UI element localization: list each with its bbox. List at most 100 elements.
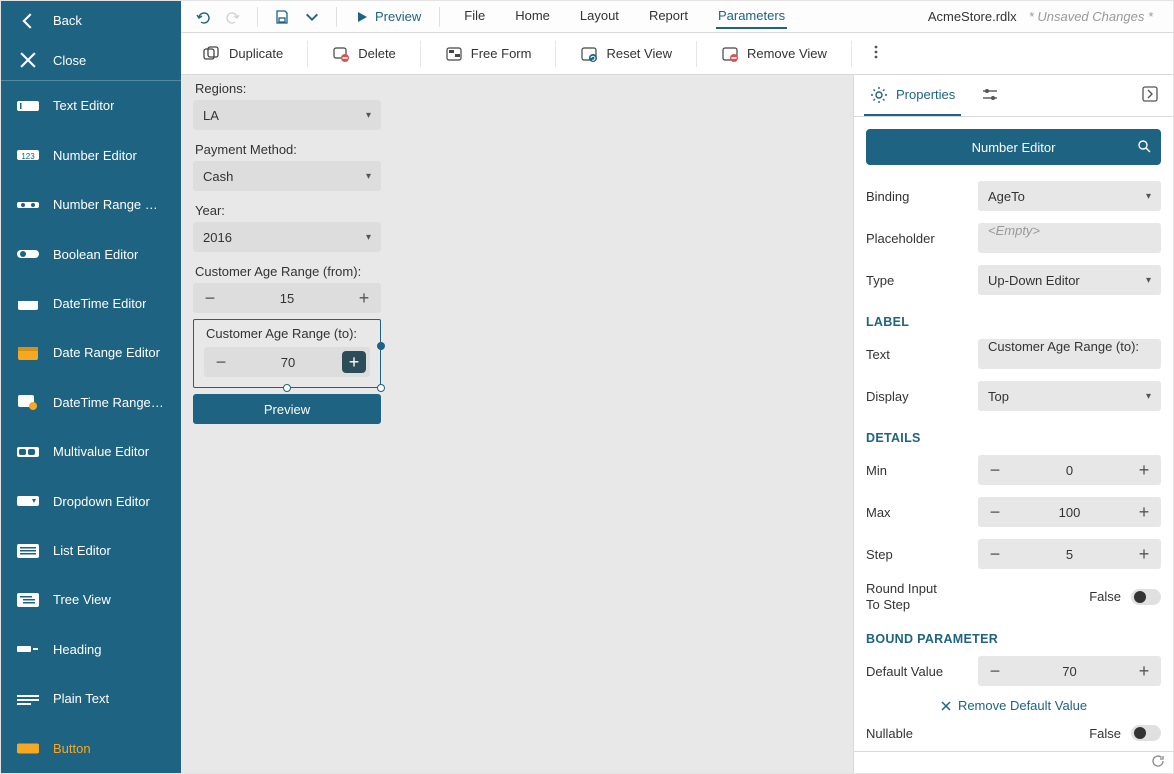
sidebar-item-tree[interactable]: Tree View [1, 575, 181, 624]
remove-default-button[interactable]: Remove Default Value [866, 692, 1161, 719]
step-stepper[interactable]: − 5 + [978, 539, 1161, 569]
delete-label: Delete [358, 46, 396, 61]
overflow-button[interactable] [870, 40, 882, 67]
sidebar-item-multivalue[interactable]: Multivalue Editor [1, 427, 181, 476]
increment-button[interactable]: + [1127, 539, 1161, 569]
menu-file[interactable]: File [462, 4, 487, 29]
increment-button[interactable]: + [347, 283, 381, 313]
text-editor-icon [17, 98, 39, 114]
sidebar-item-heading[interactable]: Heading [1, 625, 181, 674]
default-stepper[interactable]: − 70 + [978, 656, 1161, 686]
round-value: False [1089, 589, 1121, 604]
sidebar-item-label: Dropdown Editor [53, 494, 150, 509]
collapse-panel-button[interactable] [1137, 81, 1163, 110]
sidebar-item-datetime-range[interactable]: DateTime Range E... [1, 378, 181, 427]
sidebar-item-text-editor[interactable]: Text Editor [1, 81, 181, 130]
section-bound: BOUND PARAMETER [866, 632, 1161, 646]
text-input[interactable]: Customer Age Range (to): [978, 339, 1161, 369]
sidebar-item-datetime[interactable]: DateTime Editor [1, 279, 181, 328]
undo-button[interactable] [191, 3, 215, 31]
sidebar-item-label: Boolean Editor [53, 247, 138, 262]
settings-tab[interactable] [975, 76, 1005, 116]
sidebar-item-label: Plain Text [53, 691, 109, 706]
design-canvas[interactable]: Regions: LA ▾ Payment Method: Cash ▾ Yea… [181, 75, 853, 773]
age-to-stepper[interactable]: − 70 + [204, 347, 370, 377]
button-icon [17, 740, 39, 756]
text-label: Text [866, 347, 966, 362]
display-select[interactable]: Top ▾ [978, 381, 1161, 411]
sidebar-item-label: List Editor [53, 543, 111, 558]
increment-button[interactable]: + [1127, 455, 1161, 485]
menu-report[interactable]: Report [647, 4, 690, 29]
datetime-range-icon [17, 394, 39, 410]
properties-tab[interactable]: Properties [864, 76, 961, 116]
display-label: Display [866, 389, 966, 404]
sidebar-item-list[interactable]: List Editor [1, 526, 181, 575]
delete-icon [332, 46, 350, 62]
unsaved-changes: * Unsaved Changes * [1029, 9, 1153, 24]
reset-view-button[interactable]: Reset View [570, 39, 682, 69]
sidebar-item-number-range[interactable]: Number Range Edi... [1, 180, 181, 229]
selected-editor[interactable]: Customer Age Range (to): − 70 + [193, 319, 381, 388]
delete-button[interactable]: Delete [322, 39, 406, 69]
decrement-button[interactable]: − [978, 656, 1012, 686]
sidebar-item-number-editor[interactable]: 123 Number Editor [1, 130, 181, 179]
context-toolbar: Duplicate Delete Free Form Reset View [181, 33, 1173, 75]
nullable-toggle[interactable] [1131, 725, 1161, 741]
redo-button[interactable] [221, 3, 245, 31]
decrement-button[interactable]: − [978, 497, 1012, 527]
refresh-button[interactable] [1151, 754, 1165, 771]
remove-default-label: Remove Default Value [958, 698, 1087, 713]
preview-button[interactable]: Preview [349, 7, 427, 26]
sidebar-item-plain-text[interactable]: Plain Text [1, 674, 181, 723]
decrement-button[interactable]: − [193, 283, 227, 313]
save-button[interactable] [270, 3, 294, 31]
duplicate-button[interactable]: Duplicate [193, 39, 293, 69]
save-dropdown[interactable] [300, 3, 324, 31]
sidebar-item-dropdown[interactable]: Dropdown Editor [1, 476, 181, 525]
sidebar-item-label: Text Editor [53, 98, 114, 113]
year-select[interactable]: 2016 ▾ [193, 222, 381, 252]
top-toolbar: Preview File Home Layout Report Paramete… [181, 1, 1173, 33]
type-select[interactable]: Up-Down Editor ▾ [978, 265, 1161, 295]
sidebar-item-button[interactable]: Button [1, 724, 181, 773]
nullable-value: False [1089, 726, 1121, 741]
age-from-stepper[interactable]: − 15 + [193, 283, 381, 313]
increment-button[interactable]: + [1127, 656, 1161, 686]
menu-layout[interactable]: Layout [578, 4, 621, 29]
top-menu: File Home Layout Report Parameters [462, 4, 787, 29]
max-stepper[interactable]: − 100 + [978, 497, 1161, 527]
chevron-down-icon: ▾ [1146, 191, 1151, 202]
round-toggle[interactable] [1131, 589, 1161, 605]
round-label: Round InputTo Step [866, 581, 966, 612]
chevron-down-icon: ▾ [1146, 391, 1151, 402]
min-stepper[interactable]: − 0 + [978, 455, 1161, 485]
decrement-button[interactable]: − [978, 539, 1012, 569]
payment-select[interactable]: Cash ▾ [193, 161, 381, 191]
back-button[interactable]: Back [1, 1, 181, 41]
type-label: Type [866, 273, 966, 288]
decrement-button[interactable]: − [204, 347, 238, 377]
regions-select[interactable]: LA ▾ [193, 100, 381, 130]
selection-handle[interactable] [283, 384, 291, 392]
increment-button[interactable]: + [342, 351, 366, 373]
menu-home[interactable]: Home [513, 4, 552, 29]
menu-parameters[interactable]: Parameters [716, 4, 787, 29]
sidebar-item-label: Tree View [53, 592, 111, 607]
freeform-button[interactable]: Free Form [435, 39, 542, 69]
increment-button[interactable]: + [1127, 497, 1161, 527]
search-button[interactable] [1137, 139, 1151, 156]
svg-text:123: 123 [21, 152, 35, 161]
binding-select[interactable]: AgeTo ▾ [978, 181, 1161, 211]
freeform-icon [445, 46, 463, 62]
close-button[interactable]: Close [1, 41, 181, 81]
selection-handle[interactable] [377, 342, 385, 350]
selection-handle[interactable] [377, 384, 385, 392]
remove-view-button[interactable]: Remove View [711, 39, 837, 69]
sidebar-item-boolean[interactable]: Boolean Editor [1, 229, 181, 278]
panel-preview-button[interactable]: Preview [193, 394, 381, 424]
placeholder-input[interactable]: <Empty> [978, 223, 1161, 253]
decrement-button[interactable]: − [978, 455, 1012, 485]
sidebar-item-date-range[interactable]: Date Range Editor [1, 328, 181, 377]
remove-view-icon [721, 46, 739, 62]
